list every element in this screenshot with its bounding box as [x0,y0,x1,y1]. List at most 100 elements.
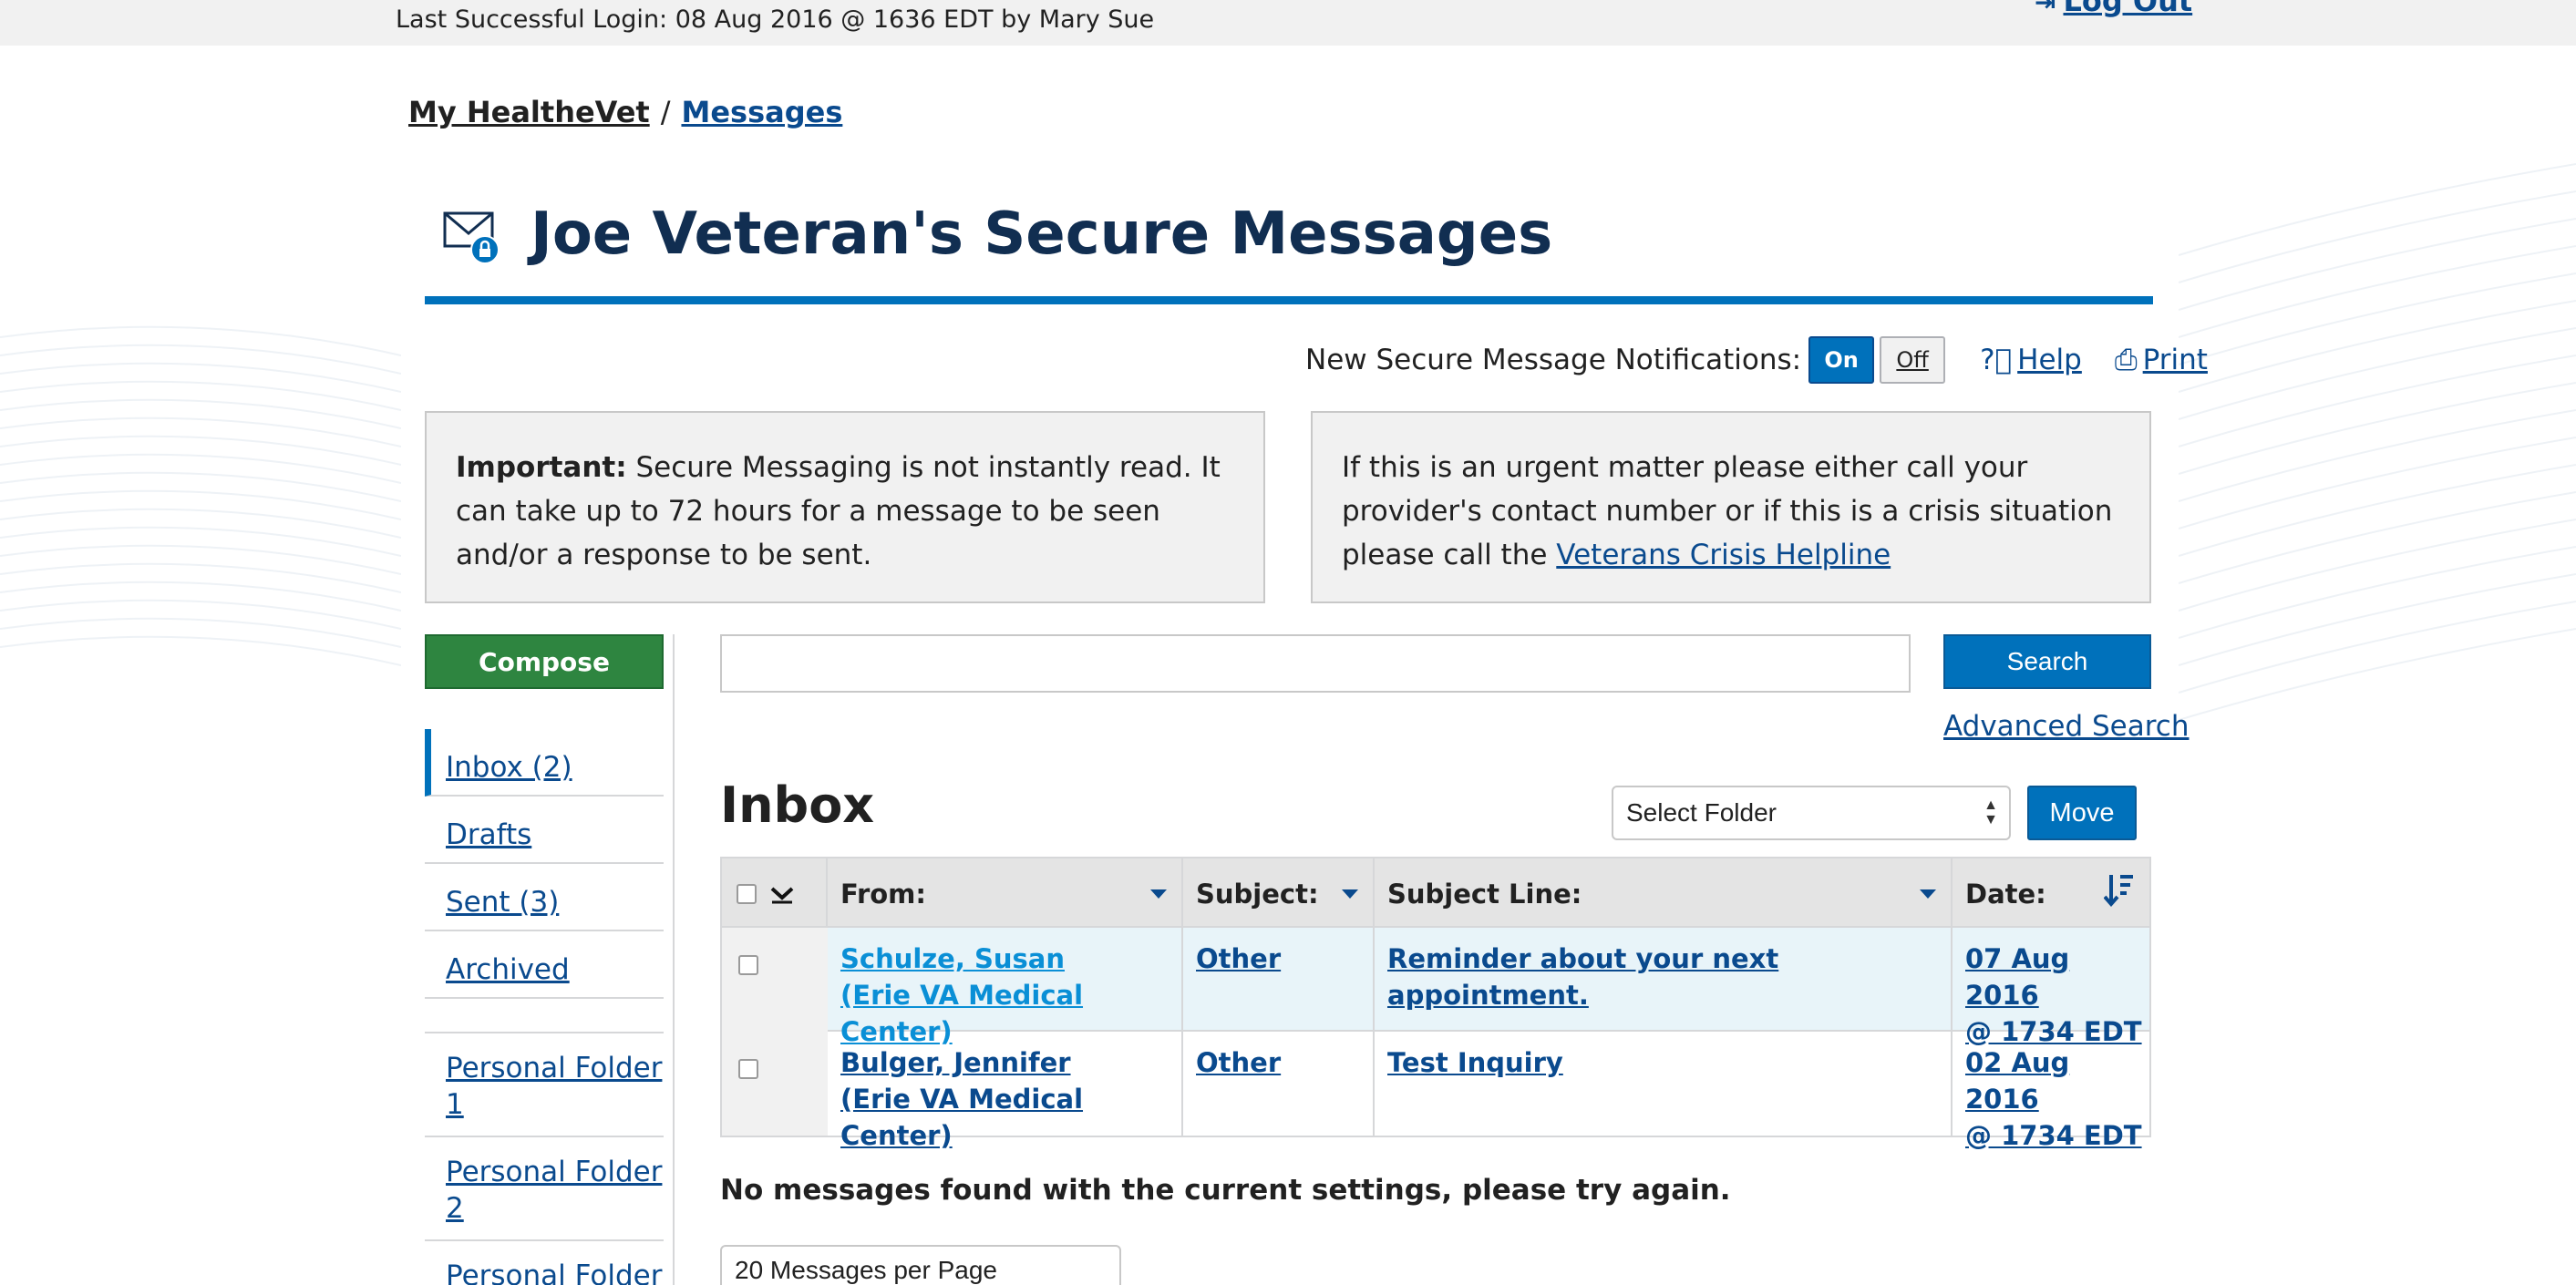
background-waves-left [0,325,401,666]
subject-cell: Other [1183,1032,1375,1136]
inbox-heading: Inbox [720,776,875,834]
print-icon: ⎙ [2114,343,2138,376]
column-header-from[interactable]: From: [828,858,1183,926]
notifications-off-button[interactable]: Off [1880,336,1946,384]
page-title: Joe Veteran's Secure Messages [531,200,1553,268]
sort-descending-icon[interactable] [2104,871,2135,908]
last-login-text: Last Successful Login: 08 Aug 2016 @ 163… [396,5,1155,34]
sidebar-item-label[interactable]: Inbox (2) [446,751,572,784]
advanced-search-link[interactable]: Advanced Search [1943,710,2189,743]
search-input[interactable] [720,634,1911,693]
sender-name: Bulger, Jennifer [840,1047,1071,1078]
help-label: Help [2017,344,2082,376]
row-check-background [722,928,828,1032]
sort-caret-icon[interactable] [1342,889,1358,899]
column-header-label: Subject Line: [1387,879,1582,910]
select-arrows-icon: ▲ ▼ [1984,797,1998,828]
sort-caret-icon[interactable] [1150,889,1167,899]
chevron-down-icon[interactable] [769,884,795,904]
sender-name: Schulze, Susan [840,943,1065,974]
table-row[interactable]: Schulze, Susan (Erie VA Medical Center) O… [722,928,2149,1047]
notification-settings: New Secure Message Notifications: On Off… [1305,335,2208,385]
date-time: @ 1734 EDT [1965,1120,2142,1151]
sender-link[interactable]: Bulger, Jennifer (Erie VA Medical Center) [840,1047,1083,1151]
top-bar: Last Successful Login: 08 Aug 2016 @ 163… [0,0,2576,46]
per-page-select[interactable]: 20 Messages per Page [720,1245,1121,1285]
logout-icon: ⇥ [2035,0,2056,17]
sidebar-item-sent[interactable]: Sent (3) [425,864,664,931]
row-select-cell [722,928,828,1032]
sidebar-item-personal-folder-1[interactable]: Personal Folder 1 [425,1033,664,1137]
subject-line-cell: Reminder about your next appointment. [1375,928,1953,1030]
sidebar-item-personal-folder-3[interactable]: Personal Folder [425,1241,664,1285]
sidebar-item-label[interactable]: Personal Folder 1 [446,1052,662,1121]
sidebar-item-inbox[interactable]: Inbox (2) [425,729,664,797]
subject-line-cell: Test Inquiry [1375,1032,1953,1136]
date-cell: 07 Aug 2016 @ 1734 EDT [1953,928,2149,1047]
no-messages-text: No messages found with the current setti… [720,1174,1731,1207]
sidebar-item-archived[interactable]: Archived [425,931,664,999]
page-header: Joe Veteran's Secure Messages [425,200,2153,304]
subject-link[interactable]: Other [1196,943,1281,974]
column-header-subject-line[interactable]: Subject Line: [1375,858,1953,926]
column-header-label: From: [840,879,926,910]
folder-select-value: Select Folder [1626,798,1777,827]
sidebar-divider [673,634,675,1285]
breadcrumb-separator: / [660,95,671,129]
print-label: Print [2142,343,2208,376]
secure-mail-icon [443,211,500,264]
move-button[interactable]: Move [2027,786,2137,840]
row-checkbox[interactable] [738,955,758,975]
sidebar-gap [425,999,664,1033]
sidebar-item-label[interactable]: Drafts [446,818,531,851]
logout-label: Log Out [2063,0,2193,18]
notification-label: New Secure Message Notifications: [1305,344,1802,376]
per-page-value: 20 Messages per Page [735,1256,997,1284]
column-header-date[interactable]: Date: [1953,858,2149,926]
print-link[interactable]: ⎙ Print [2115,344,2208,377]
subject-cell: Other [1183,928,1375,1030]
notifications-on-button[interactable]: On [1808,336,1875,384]
breadcrumb: My HealtheVet / Messages [408,95,842,129]
crisis-helpline-link[interactable]: Veterans Crisis Helpline [1556,539,1891,571]
folder-select[interactable]: Select Folder ▲ ▼ [1612,786,2011,840]
date-link[interactable]: 02 Aug 2016 @ 1734 EDT [1965,1047,2142,1151]
urgent-notice: If this is an urgent matter please eithe… [1311,411,2151,603]
subject-link[interactable]: Other [1196,1047,1281,1078]
subject-line-link[interactable]: Reminder about your next appointment. [1387,943,1778,1011]
compose-button[interactable]: Compose [425,634,664,689]
breadcrumb-home-link[interactable]: My HealtheVet [408,95,650,129]
date-day: 07 Aug 2016 [1965,943,2070,1011]
from-cell: Schulze, Susan (Erie VA Medical Center) [828,928,1183,1047]
sidebar-item-label[interactable]: Personal Folder 2 [446,1156,662,1225]
column-header-label: Subject: [1196,879,1319,910]
sidebar-item-personal-folder-2[interactable]: Personal Folder 2 [425,1137,664,1241]
messages-table: From: Subject: Subject Line: Date: Schul… [720,857,2151,1151]
table-row[interactable]: Bulger, Jennifer (Erie VA Medical Center)… [722,1032,2149,1151]
sidebar-item-drafts[interactable]: Drafts [425,797,664,864]
row-select-cell [722,1032,828,1136]
sidebar-item-label[interactable]: Archived [446,953,570,986]
important-label: Important: [456,451,627,484]
search-button[interactable]: Search [1943,634,2151,689]
folder-sidebar: Inbox (2) Drafts Sent (3) Archived Perso… [425,729,664,1285]
background-waves-right [2179,163,2576,721]
table-header-row: From: Subject: Subject Line: Date: [722,858,2149,928]
sidebar-item-label[interactable]: Personal Folder [446,1259,662,1285]
row-checkbox[interactable] [738,1059,758,1079]
sort-caret-icon[interactable] [1920,889,1936,899]
sidebar-item-label[interactable]: Sent (3) [446,886,559,919]
logout-link[interactable]: ⇥ Log Out [2035,0,2192,18]
help-link[interactable]: ?⃝ Help [1980,344,2082,376]
column-header-subject[interactable]: Subject: [1183,858,1375,926]
select-all-checkbox[interactable] [737,884,757,904]
help-icon: ?⃝ [1980,344,2013,376]
from-cell: Bulger, Jennifer (Erie VA Medical Center) [828,1032,1183,1151]
date-cell: 02 Aug 2016 @ 1734 EDT [1953,1032,2149,1151]
important-notice: Important: Secure Messaging is not insta… [425,411,1265,603]
date-day: 02 Aug 2016 [1965,1047,2070,1115]
subject-line-link[interactable]: Test Inquiry [1387,1047,1563,1078]
row-check-background [722,1032,828,1136]
breadcrumb-messages-link[interactable]: Messages [681,95,842,129]
sender-org: (Erie VA Medical Center) [840,1084,1084,1151]
